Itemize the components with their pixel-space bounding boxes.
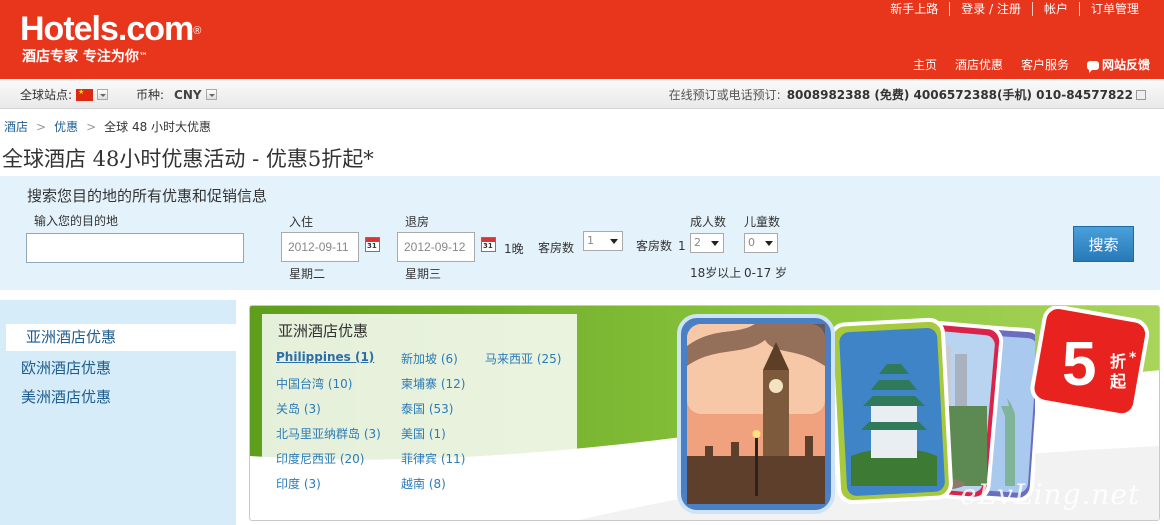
- currency-label: 币种:: [136, 88, 165, 102]
- region-asia[interactable]: 亚洲酒店优惠: [6, 324, 236, 351]
- adults-select[interactable]: 2: [690, 233, 724, 253]
- speech-bubble-icon: [1086, 60, 1099, 73]
- rooms-select[interactable]: 1: [583, 231, 623, 251]
- china-flag-icon[interactable]: ★: [76, 88, 94, 101]
- search-heading: 搜索您目的地的所有优惠和促销信息: [27, 187, 268, 205]
- country-link-vietnam[interactable]: 越南 (8): [401, 475, 446, 492]
- country-link-indonesia[interactable]: 印度尼西亚 (20): [276, 450, 364, 467]
- badge-star: *: [1129, 350, 1137, 366]
- adults-note: 18岁以上: [690, 266, 742, 280]
- rooms-value: 1: [587, 234, 594, 247]
- country-link-taiwan[interactable]: 中国台湾 (10): [276, 375, 352, 392]
- country-link-philippines[interactable]: 菲律宾 (11): [401, 450, 465, 467]
- feedback-label: 网站反馈: [1101, 58, 1150, 72]
- contact-info: 在线预订或电话预订: 8008982388 (免费) 4006572388(手机…: [669, 86, 1146, 103]
- nights-count: 1晚: [504, 242, 524, 256]
- destination-label: 输入您的目的地: [34, 214, 119, 228]
- region-nav: 亚洲酒店优惠 欧洲酒店优惠 美洲酒店优惠: [0, 300, 236, 525]
- beginner-guide-link[interactable]: 新手上路: [879, 2, 949, 16]
- adults-value: 2: [694, 236, 701, 249]
- rooms-label: 客房数: [538, 241, 575, 255]
- castle-photo-card: [829, 317, 953, 505]
- country-link-thailand[interactable]: 泰国 (53): [401, 400, 453, 417]
- breadcrumb: 酒店 > 优惠 > 全球 48 小时大优惠: [4, 120, 212, 134]
- site-label: 全球站点:: [20, 88, 73, 102]
- order-management-link[interactable]: 订单管理: [1078, 2, 1150, 16]
- site-watermark: eLvLing.net: [960, 478, 1141, 511]
- children-label: 儿童数: [744, 215, 781, 229]
- brand-tagline: 酒店专家 专注为你™: [22, 49, 148, 65]
- children-note: 0-17 岁: [744, 266, 788, 280]
- checkout-weekday: 星期三: [405, 267, 442, 281]
- page-title: 全球酒店 48小时优惠活动 - 优惠5折起*: [2, 147, 374, 171]
- checkin-weekday: 星期二: [289, 267, 326, 281]
- login-register-link[interactable]: 登录 / 注册: [949, 2, 1032, 16]
- country-link-philippines-en[interactable]: Philippines (1): [276, 350, 374, 364]
- discount-badge: 5 折 * 起: [1030, 306, 1150, 415]
- breadcrumb-current: 全球 48 小时大优惠: [104, 120, 212, 134]
- account-link[interactable]: 帐户: [1031, 2, 1079, 16]
- currency-value[interactable]: CNY: [174, 88, 202, 102]
- destination-input[interactable]: [26, 233, 244, 263]
- site-header: Hotels.com® 酒店专家 专注为你™ 新手上路 登录 / 注册 帐户 订…: [0, 0, 1164, 79]
- badge-number: 5: [1062, 330, 1096, 399]
- adults-label: 成人数: [690, 215, 727, 229]
- badge-zhe: 折: [1110, 352, 1126, 371]
- main-nav: 主页 酒店优惠 客户服务 网站反馈: [895, 57, 1150, 73]
- checkout-label: 退房: [405, 215, 430, 229]
- badge-qi: 起: [1109, 372, 1127, 391]
- info-icon[interactable]: [1136, 89, 1146, 100]
- contact-phones: 8008982388 (免费) 4006572388(手机) 010-84577…: [786, 88, 1133, 102]
- checkin-label: 入住: [289, 215, 314, 229]
- children-select[interactable]: 0: [744, 233, 778, 253]
- breadcrumb-deals[interactable]: 优惠: [54, 120, 78, 134]
- account-links: 新手上路 登录 / 注册 帐户 订单管理: [879, 0, 1150, 18]
- hotels-logo[interactable]: Hotels.com®: [20, 9, 201, 49]
- country-link-cambodia[interactable]: 柬埔寨 (12): [401, 375, 465, 392]
- nav-feedback[interactable]: 网站反馈: [1086, 57, 1150, 73]
- site-selector: 全球站点: ★: [20, 86, 109, 103]
- contact-label: 在线预订或电话预订:: [668, 88, 781, 102]
- nav-hotel-deals[interactable]: 酒店优惠: [955, 57, 1003, 73]
- country-link-usa[interactable]: 美国 (1): [401, 425, 446, 442]
- currency-dropdown-icon[interactable]: [205, 89, 217, 100]
- nav-customer-service[interactable]: 客户服务: [1021, 57, 1069, 73]
- room-index-label: 客房数 1: [636, 239, 686, 253]
- country-link-malaysia[interactable]: 马来西亚 (25): [485, 350, 561, 367]
- big-ben-photo-card: [677, 314, 835, 514]
- country-link-singapore[interactable]: 新加坡 (6): [401, 350, 458, 367]
- currency-selector: 币种: CNY: [136, 86, 217, 103]
- region-europe[interactable]: 欧洲酒店优惠: [21, 357, 111, 378]
- country-link-guam[interactable]: 关岛 (3): [276, 400, 321, 417]
- checkin-date-input[interactable]: [281, 232, 359, 262]
- country-link-india[interactable]: 印度 (3): [276, 475, 321, 492]
- search-button[interactable]: 搜索: [1073, 226, 1134, 262]
- locale-bar: 全球站点: ★ 币种: CNY 在线预订或电话预订: 8008982388 (免…: [0, 79, 1164, 109]
- checkout-date-input[interactable]: [397, 232, 475, 262]
- nav-home[interactable]: 主页: [913, 57, 937, 73]
- children-value: 0: [748, 236, 755, 249]
- site-dropdown-icon[interactable]: [97, 89, 109, 100]
- checkout-calendar-icon[interactable]: 31: [481, 237, 496, 252]
- breadcrumb-hotels[interactable]: 酒店: [4, 120, 28, 134]
- asia-deals-heading: 亚洲酒店优惠: [278, 322, 369, 340]
- country-list-panel: 亚洲酒店优惠 Philippines (1) 中国台湾 (10) 关岛 (3) …: [262, 314, 577, 520]
- country-link-northern-mariana[interactable]: 北马里亚纳群岛 (3): [276, 425, 381, 442]
- region-americas[interactable]: 美洲酒店优惠: [21, 386, 111, 407]
- deal-search-panel: 搜索您目的地的所有优惠和促销信息 输入您的目的地 入住 31 星期二 退房 31…: [0, 176, 1160, 290]
- checkin-calendar-icon[interactable]: 31: [365, 237, 380, 252]
